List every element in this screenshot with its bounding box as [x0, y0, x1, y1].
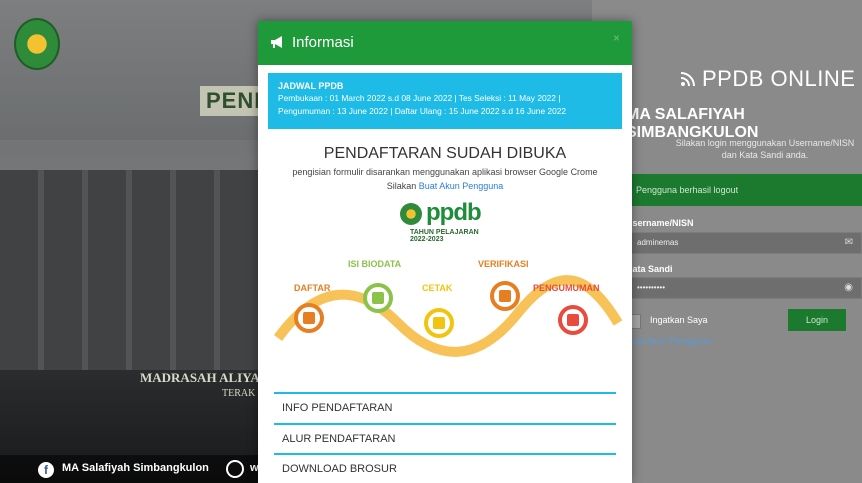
remember-label: Ingatkan Saya — [650, 315, 708, 325]
registration-flow: DAFTAR ISI BIODATA CETAK VERIFIKASI PENG… — [258, 253, 632, 383]
modal-title: Informasi — [292, 34, 354, 51]
step-verifikasi-label: VERIFIKASI — [478, 259, 529, 269]
eye-icon[interactable]: ◉ — [844, 278, 853, 298]
step-biodata-label: ISI BIODATA — [348, 259, 402, 269]
create-prefix: Silakan — [386, 181, 417, 191]
password-field[interactable]: •••••••••• ◉ — [626, 277, 862, 299]
create-account-modal-link[interactable]: Buat Akun Pengguna — [419, 181, 504, 191]
username-field[interactable]: adminemas ✉ — [626, 232, 862, 254]
step-pengumuman-label: PENGUMUMAN — [533, 283, 600, 293]
create-account-link[interactable]: Buat Akun Pengguna — [626, 336, 711, 346]
login-hint: Silakan login menggunakan Username/NISN … — [675, 138, 855, 160]
envelope-icon: ✉ — [844, 237, 853, 248]
password-value: •••••••••• — [637, 283, 666, 292]
close-icon[interactable]: × — [613, 31, 620, 45]
schedule-box: JADWAL PPDB Pembukaan : 01 March 2022 s.… — [268, 73, 622, 129]
browser-recommendation: pengisian formulir disarankan menggunaka… — [292, 167, 598, 177]
rss-icon — [680, 72, 695, 87]
login-panel: PPDB ONLINE MA SALAFIYAH SIMBANGKULON Si… — [592, 0, 862, 483]
globe-icon[interactable] — [226, 460, 244, 478]
registration-open-title: PENDAFTARAN SUDAH DIBUKA — [323, 145, 567, 162]
schedule-title: JADWAL PPDB — [278, 81, 344, 91]
madrasah-sign: MADRASAH ALIYAH — [140, 370, 270, 385]
schedule-line-1: Pembukaan : 01 March 2022 s.d 08 June 20… — [278, 93, 561, 103]
facebook-icon[interactable]: f — [38, 462, 54, 478]
school-logo — [14, 18, 60, 70]
menu-info-pendaftaran[interactable]: INFO PENDAFTARAN — [274, 392, 616, 420]
info-modal: Informasi × JADWAL PPDB Pembukaan : 01 M… — [258, 21, 632, 483]
step-cetak-icon — [424, 308, 454, 338]
username-value: adminemas — [637, 238, 679, 247]
create-account-line: Silakan Buat Akun Pengguna — [258, 181, 632, 191]
madrasah-sign-2: TERAK — [222, 388, 256, 399]
facebook-label[interactable]: MA Salafiyah Simbangkulon — [62, 462, 209, 474]
step-biodata-icon — [363, 283, 393, 313]
step-daftar-label: DAFTAR — [294, 283, 331, 293]
modal-header: Informasi × — [258, 21, 632, 65]
seal-icon — [400, 203, 422, 225]
ppdb-logo-text: ppdb — [426, 199, 482, 226]
schedule-line-2: Pengumuman : 13 June 2022 | Daftar Ulang… — [278, 106, 567, 116]
step-cetak-label: CETAK — [422, 283, 453, 293]
menu-alur-pendaftaran[interactable]: ALUR PENDAFTARAN — [274, 423, 616, 451]
megaphone-icon — [271, 36, 282, 48]
step-verifikasi-icon — [490, 281, 520, 311]
menu-download-brosur[interactable]: DOWNLOAD BROSUR — [274, 453, 616, 481]
login-button[interactable]: Login — [788, 309, 846, 331]
login-title: PPDB ONLINE — [680, 66, 855, 92]
ppdb-logo: ppdb TAHUN PELAJARAN 2022-2023 — [398, 199, 494, 243]
login-title-text: PPDB ONLINE — [702, 66, 856, 91]
password-label: Kata Sandi — [626, 264, 673, 274]
step-pengumuman-icon — [558, 305, 588, 335]
step-daftar-icon — [294, 303, 324, 333]
logout-alert: Pengguna berhasil logout — [626, 174, 862, 206]
ppdb-logo-year: TAHUN PELAJARAN 2022-2023 — [410, 229, 479, 243]
username-label: Username/NISN — [626, 218, 694, 228]
